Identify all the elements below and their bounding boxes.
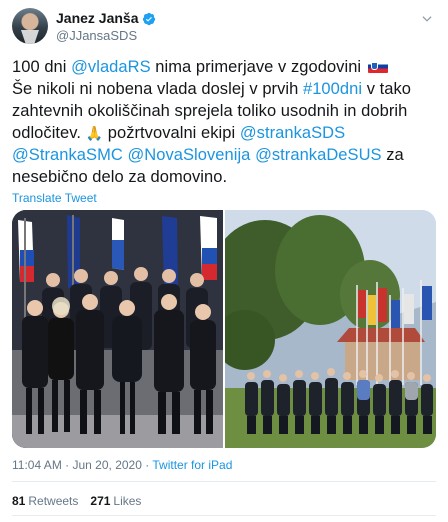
group-photo-illustration: [12, 210, 223, 448]
translate-tweet-link[interactable]: Translate Tweet: [12, 191, 97, 205]
text-span: Še nikoli ni nobena vlada doslej v prvih: [12, 80, 303, 98]
verified-badge-icon: [142, 12, 155, 25]
tweet-line: odločitev. 🙏 požrtvovalni ekipi @stranka…: [12, 122, 436, 144]
likes-label: Likes: [113, 494, 142, 508]
text-span: 100 dni: [12, 58, 72, 76]
meta-separator: ·: [65, 458, 73, 472]
photo-government-group[interactable]: [12, 210, 223, 448]
tweet-source-link[interactable]: Twitter for iPad: [152, 458, 232, 472]
tweet-header: Janez Janša @JJansaSDS: [12, 8, 436, 48]
slovenia-flag-icon: [367, 60, 388, 73]
retweets-count: 81: [12, 494, 26, 508]
text-span: odločitev.: [12, 124, 86, 142]
mention-link[interactable]: @vladaRS: [71, 58, 151, 76]
tweet-stats: 81 Retweets 271 Likes: [12, 494, 141, 508]
text-span: požrtvovalni ekipi: [103, 124, 240, 142]
tweet-line: 100 dni @vladaRS nima primerjave v zgodo…: [12, 56, 436, 78]
tweet-time[interactable]: 11:04 AM: [12, 458, 62, 472]
chevron-down-icon[interactable]: [420, 12, 434, 26]
mention-link[interactable]: @StrankaSMC: [12, 146, 123, 164]
tweet-line: Še nikoli ni nobena vlada doslej v prvih…: [12, 78, 436, 100]
likes-stat[interactable]: 271 Likes: [90, 494, 141, 508]
tweet-line: @StrankaSMC @NovaSlovenija @strankaDeSUS…: [12, 144, 436, 166]
likes-count: 271: [90, 494, 111, 508]
retweets-stat[interactable]: 81 Retweets: [12, 494, 78, 508]
display-name[interactable]: Janez Janša: [56, 10, 156, 27]
tweet-line: nesebično delo za domovino.: [12, 168, 228, 186]
tweet-meta: 11:04 AM · Jun 20, 2020 · Twitter for iP…: [12, 458, 232, 472]
user-avatar-icon[interactable]: [12, 8, 48, 44]
mention-link[interactable]: @strankaSDS: [240, 124, 345, 142]
text-span: za: [381, 146, 404, 164]
divider: [12, 515, 436, 516]
divider: [12, 481, 436, 482]
media-grid: [12, 210, 436, 448]
mention-link[interactable]: @NovaSlovenija: [127, 146, 250, 164]
author-block[interactable]: Janez Janša @JJansaSDS: [56, 10, 156, 44]
outdoor-photo-illustration: [225, 210, 436, 448]
display-name-text[interactable]: Janez Janša: [56, 10, 139, 27]
user-handle[interactable]: @JJansaSDS: [56, 28, 156, 44]
tweet-line: zahtevnih okoliščinah sprejela toliko us…: [12, 102, 408, 120]
photo-outdoor-group[interactable]: [225, 210, 436, 448]
tweet-text: 100 dni @vladaRS nima primerjave v zgodo…: [12, 56, 436, 188]
text-span: nima primerjave v zgodovini: [150, 58, 362, 76]
retweets-label: Retweets: [28, 494, 79, 508]
folded-hands-icon: 🙏: [85, 125, 104, 141]
hashtag-link[interactable]: #100dni: [303, 80, 362, 98]
mention-link[interactable]: @strankaDeSUS: [255, 146, 382, 164]
text-span: v tako: [362, 80, 412, 98]
tweet-date[interactable]: Jun 20, 2020: [73, 458, 142, 472]
